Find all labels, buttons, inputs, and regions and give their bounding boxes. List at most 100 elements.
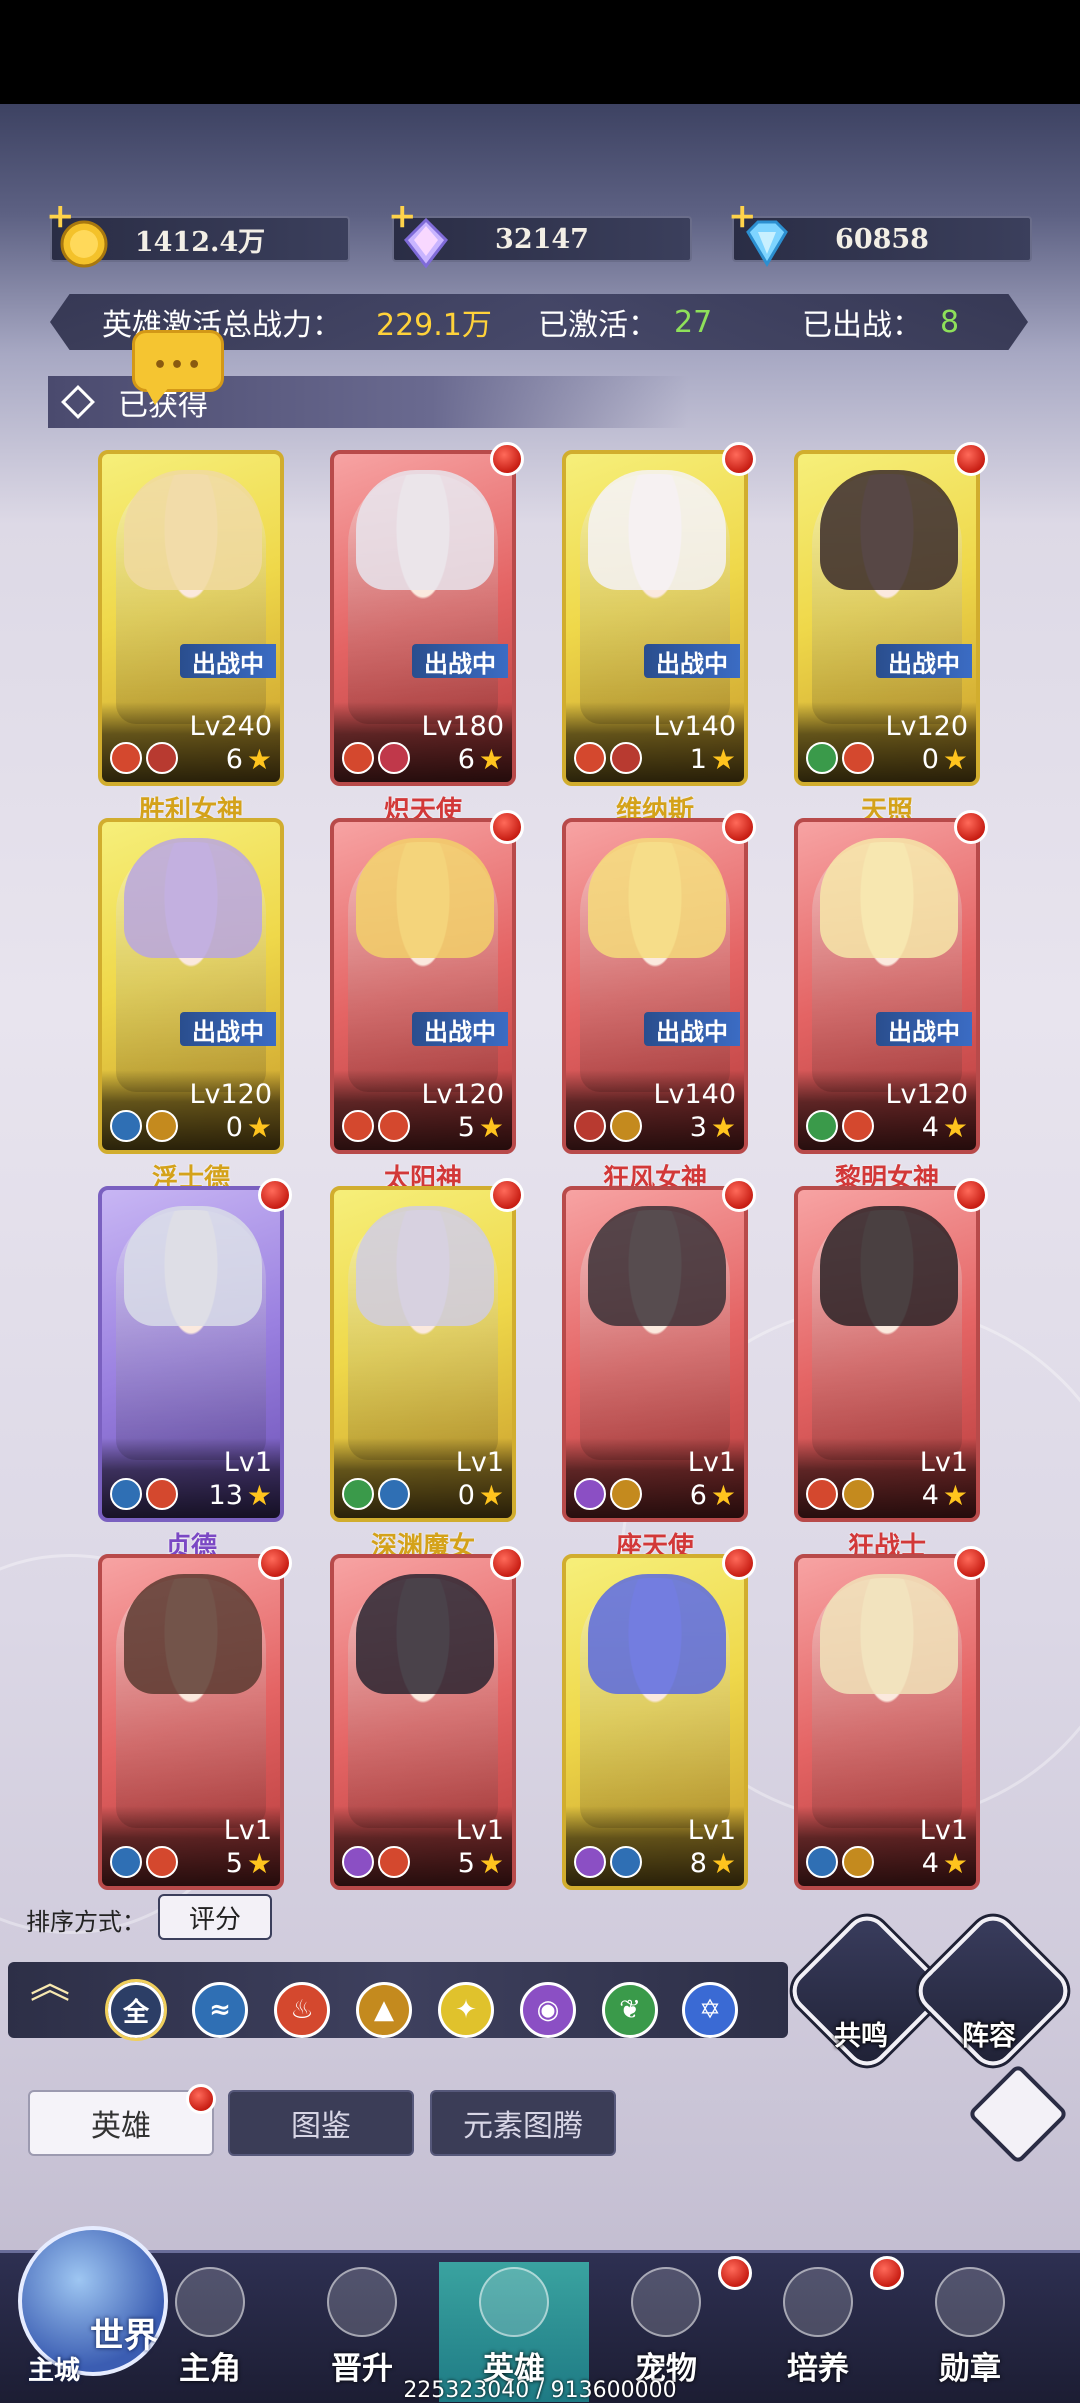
filter-all-label: 全 bbox=[122, 1997, 149, 2028]
notification-dot bbox=[258, 1178, 292, 1212]
hero-helmet-icon bbox=[479, 2267, 549, 2337]
deployed-value: 8 bbox=[940, 304, 960, 340]
in-battle-badge: 出战中 bbox=[876, 644, 972, 678]
hero-stars: 5 ★ bbox=[226, 1847, 272, 1880]
hero-hair bbox=[588, 470, 726, 590]
hero-hair bbox=[124, 1206, 262, 1326]
class-icon bbox=[806, 742, 838, 774]
gold-currency[interactable]: + 1412.4万 bbox=[46, 196, 350, 268]
hero-card[interactable]: Lv1 8 ★ bbox=[562, 1554, 748, 1890]
star-icon: ★ bbox=[246, 1111, 272, 1144]
hero-stars: 5 ★ bbox=[458, 1111, 504, 1144]
class-icon bbox=[806, 1478, 838, 1510]
world-label: 世界 bbox=[90, 2316, 158, 2356]
hero-level: Lv140 bbox=[653, 711, 736, 742]
status-bar bbox=[0, 0, 1080, 104]
in-battle-badge: 出战中 bbox=[180, 1012, 276, 1046]
hero-level: Lv120 bbox=[421, 1079, 504, 1110]
hero-card[interactable]: Lv1 5 ★ bbox=[98, 1554, 284, 1890]
water-wave-icon[interactable]: ≈ bbox=[192, 1982, 248, 2038]
star-count: 6 bbox=[457, 744, 475, 775]
in-battle-badge: 出战中 bbox=[412, 1012, 508, 1046]
tab-element-totem[interactable]: 元素图腾 bbox=[430, 2090, 616, 2156]
add-diamond-icon[interactable]: + bbox=[728, 196, 757, 236]
collapse-up-icon[interactable]: ︽ bbox=[22, 1964, 78, 2032]
element-icon bbox=[842, 1110, 874, 1142]
chat-bubble-icon[interactable]: ••• bbox=[132, 330, 224, 405]
add-gold-icon[interactable]: + bbox=[46, 196, 75, 236]
class-icon bbox=[806, 1110, 838, 1142]
in-battle-badge: 出战中 bbox=[644, 1012, 740, 1046]
protagonist-icon bbox=[175, 2267, 245, 2337]
notification-dot bbox=[490, 1178, 524, 1212]
star-count: 6 bbox=[689, 1480, 707, 1511]
hero-stars: 4 ★ bbox=[922, 1111, 968, 1144]
star-count: 0 bbox=[457, 1480, 475, 1511]
hero-card[interactable]: 出战中 Lv120 4 ★ bbox=[794, 818, 980, 1154]
star-count: 1 bbox=[689, 744, 707, 775]
hero-hair bbox=[820, 470, 958, 590]
hero-hair bbox=[820, 838, 958, 958]
hero-level: Lv120 bbox=[885, 711, 968, 742]
deployed-label: 已出战： bbox=[802, 308, 922, 343]
star-icon: ★ bbox=[478, 1479, 504, 1512]
hero-card[interactable]: Lv1 0 ★ bbox=[330, 1186, 516, 1522]
star-icon: ★ bbox=[710, 1479, 736, 1512]
star-icon: ★ bbox=[942, 743, 968, 776]
tab-codex[interactable]: 图鉴 bbox=[228, 2090, 414, 2156]
element-icon bbox=[378, 1846, 410, 1878]
hero-card[interactable]: Lv1 5 ★ bbox=[330, 1554, 516, 1890]
hero-card[interactable]: 出战中 Lv120 0 ★ bbox=[794, 450, 980, 786]
sort-dropdown[interactable]: 评分 bbox=[158, 1894, 272, 1940]
hero-hair bbox=[124, 470, 262, 590]
add-crystal-icon[interactable]: + bbox=[388, 196, 417, 236]
notification-dot bbox=[954, 810, 988, 844]
hero-card[interactable]: 出战中 Lv140 3 ★ bbox=[562, 818, 748, 1154]
crystal-currency[interactable]: + 32147 bbox=[388, 196, 692, 269]
fire-icon[interactable]: ♨ bbox=[274, 1982, 330, 2038]
hero-card[interactable]: 出战中 Lv120 5 ★ bbox=[330, 818, 516, 1154]
diamond-currency[interactable]: + 60858 bbox=[728, 196, 1032, 267]
in-battle-badge: 出战中 bbox=[180, 644, 276, 678]
hero-card[interactable]: 出战中 Lv140 1 ★ bbox=[562, 450, 748, 786]
star-count: 8 bbox=[689, 1848, 707, 1879]
hero-card[interactable]: Lv1 4 ★ bbox=[794, 1554, 980, 1890]
earth-icon[interactable]: ▲ bbox=[356, 1982, 412, 2038]
hero-card[interactable]: 出战中 Lv180 6 ★ bbox=[330, 450, 516, 786]
element-icon bbox=[610, 1110, 642, 1142]
light-icon[interactable]: ✦ bbox=[438, 1982, 494, 2038]
star-count: 5 bbox=[457, 1848, 475, 1879]
class-icon bbox=[574, 742, 606, 774]
eye-icon[interactable]: ◉ bbox=[520, 1982, 576, 2038]
star-icon: ★ bbox=[942, 1847, 968, 1880]
star-icon: ★ bbox=[246, 743, 272, 776]
element-icon bbox=[378, 1478, 410, 1510]
world-button[interactable]: 世界 主城 bbox=[8, 2218, 178, 2398]
element-icon bbox=[378, 1110, 410, 1142]
hero-level: Lv180 bbox=[421, 711, 504, 742]
hero-level: Lv1 bbox=[919, 1815, 968, 1846]
hero-stars: 6 ★ bbox=[690, 1479, 736, 1512]
leaf-icon[interactable]: ❦ bbox=[602, 1982, 658, 2038]
hero-stars: 1 ★ bbox=[690, 743, 736, 776]
notification-dot bbox=[722, 1546, 756, 1580]
star-count: 4 bbox=[921, 1480, 939, 1511]
star-count: 13 bbox=[208, 1480, 243, 1511]
star-count: 4 bbox=[921, 1848, 939, 1879]
hero-card[interactable]: 出战中 Lv240 6 ★ bbox=[98, 450, 284, 786]
star-count: 0 bbox=[225, 1112, 243, 1143]
star-count: 0 bbox=[921, 744, 939, 775]
resonance-label: 共鸣 bbox=[834, 2021, 888, 2052]
hero-card[interactable]: Lv1 4 ★ bbox=[794, 1186, 980, 1522]
hero-stars: 0 ★ bbox=[458, 1479, 504, 1512]
hero-card[interactable]: Lv1 6 ★ bbox=[562, 1186, 748, 1522]
hero-hair bbox=[588, 1574, 726, 1694]
star-icon: ★ bbox=[478, 743, 504, 776]
hero-card[interactable]: Lv1 13 ★ bbox=[98, 1186, 284, 1522]
class-icon bbox=[574, 1110, 606, 1142]
star-icon: ★ bbox=[710, 743, 736, 776]
star-of-david-icon[interactable]: ✡ bbox=[682, 1982, 738, 2038]
hero-card[interactable]: 出战中 Lv120 0 ★ bbox=[98, 818, 284, 1154]
filter-all-button[interactable]: 全 bbox=[105, 1979, 167, 2041]
sort-label: 排序方式： bbox=[26, 1908, 146, 1936]
